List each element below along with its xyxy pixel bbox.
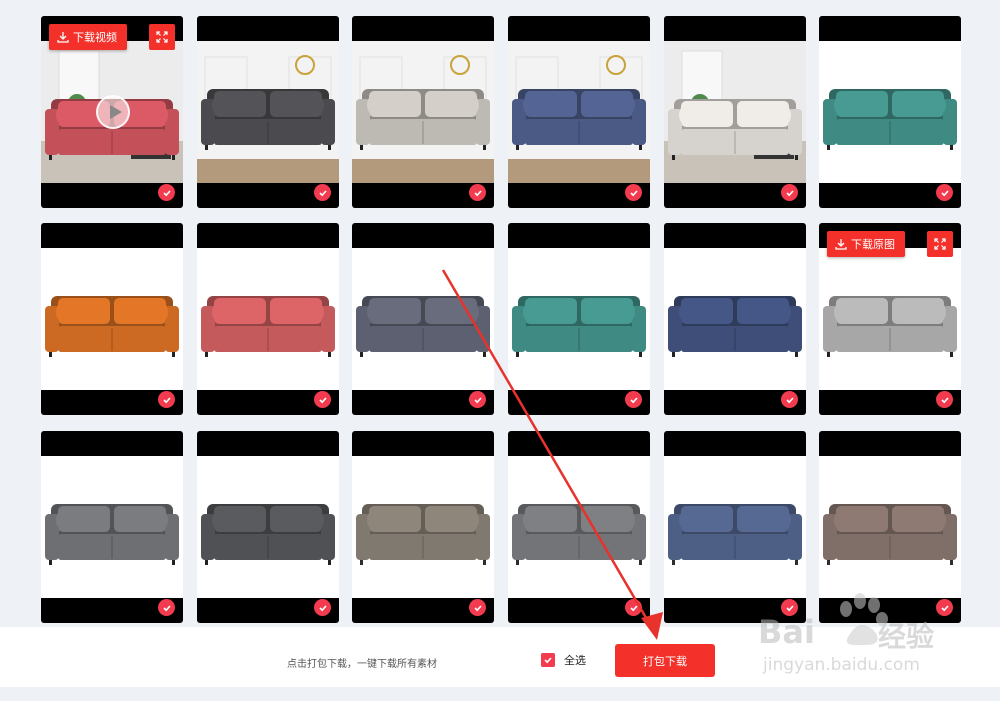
watermark-brand-left: Bai <box>758 613 815 651</box>
watermark-brand-right: 经验 <box>878 620 935 653</box>
baidu-watermark: Bai 经验 jingyan.baidu.com <box>758 593 958 683</box>
watermark-url: jingyan.baidu.com <box>763 655 920 675</box>
